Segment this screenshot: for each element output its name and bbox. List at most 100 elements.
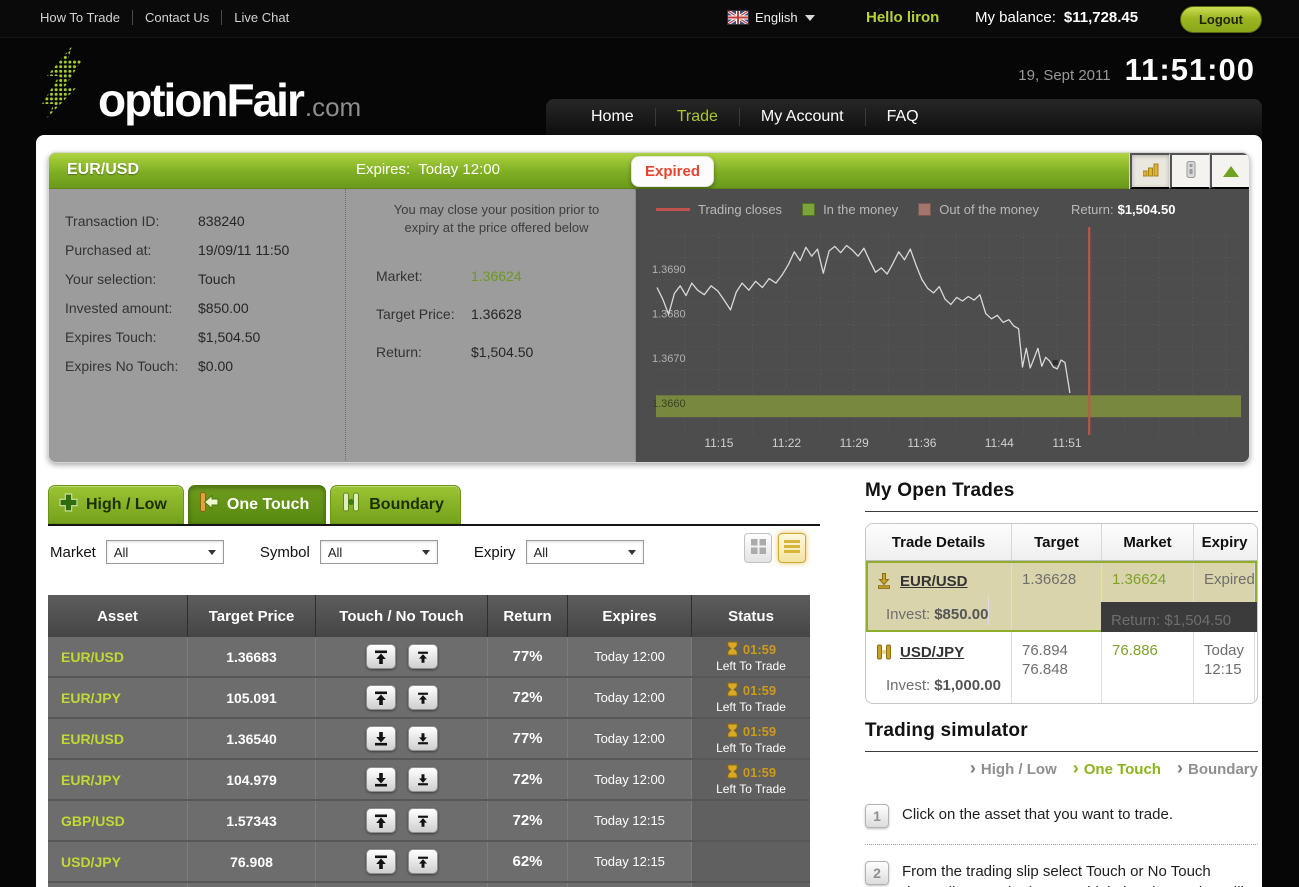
nav-trade[interactable]: Trade bbox=[654, 108, 739, 126]
svg-text:11:51: 11:51 bbox=[1052, 436, 1081, 450]
countdown-status: 01:59 Left To Trade bbox=[692, 678, 810, 717]
no-touch-button[interactable] bbox=[407, 808, 438, 833]
sim-link-boundary[interactable]: Boundary bbox=[1177, 761, 1258, 778]
content-area: EUR/USD Expires: Today 12:00 Expired Tra… bbox=[36, 135, 1262, 887]
price-chart: 1.36901.36801.36701.366011:15 11:22 11:29 1… bbox=[652, 227, 1241, 450]
assets-table: Asset Target Price Touch / No Touch Retu… bbox=[48, 595, 810, 887]
no-touch-button[interactable] bbox=[407, 849, 438, 874]
table-row: EUR/USD 1.36540 77% Today 12:00 01:59 Le… bbox=[48, 719, 810, 760]
trading-closes-line-icon bbox=[656, 208, 690, 211]
no-touch-button[interactable] bbox=[407, 767, 438, 792]
list-view-button[interactable] bbox=[778, 533, 806, 563]
nav-faq[interactable]: FAQ bbox=[864, 108, 940, 126]
nav-home[interactable]: Home bbox=[570, 108, 655, 126]
chevron-down-icon bbox=[207, 549, 216, 555]
step-divider bbox=[865, 844, 1258, 845]
touch-down-icon bbox=[876, 573, 892, 595]
legend-in-the-money: In the money bbox=[823, 202, 899, 217]
open-trade-target: 76.894 76.848 bbox=[1012, 632, 1102, 703]
details-view-button[interactable] bbox=[1170, 153, 1210, 189]
step-text: Click on the asset that you want to trad… bbox=[902, 806, 1173, 823]
tab-boundary[interactable]: Boundary bbox=[330, 485, 461, 524]
touch-button[interactable] bbox=[365, 685, 396, 710]
open-trades-table: Trade Details Target Market Expiry EUR/U… bbox=[865, 523, 1258, 704]
no-touch-button[interactable] bbox=[407, 726, 438, 751]
symbol-select[interactable]: All bbox=[319, 540, 438, 564]
market-select[interactable]: All bbox=[105, 540, 224, 564]
table-row-partial bbox=[48, 883, 810, 887]
tab-underline bbox=[48, 524, 820, 526]
detail-row: Purchased at: 19/09/11 11:50 bbox=[65, 242, 290, 258]
svg-text:1.3690: 1.3690 bbox=[652, 264, 686, 276]
touch-button[interactable] bbox=[365, 767, 396, 792]
open-trade-asset-link[interactable]: USD/JPY bbox=[900, 644, 964, 663]
open-trade-return: Return: $1,504.50 bbox=[1101, 602, 1257, 632]
touch-button[interactable] bbox=[365, 808, 396, 833]
logo-suffix: .com bbox=[304, 92, 362, 122]
asset-link[interactable]: GBP/USD bbox=[48, 801, 188, 840]
link-live-chat[interactable]: Live Chat bbox=[221, 10, 301, 25]
table-row: EUR/JPY 105.091 72% Today 12:00 01:59 Le… bbox=[48, 678, 810, 719]
tab-high-low[interactable]: High / Low bbox=[48, 485, 184, 524]
hourglass-icon bbox=[726, 682, 739, 701]
asset-link[interactable]: EUR/JPY bbox=[48, 760, 188, 799]
view-toggles bbox=[744, 533, 806, 563]
user-greeting: Hello liron bbox=[866, 9, 940, 26]
svg-text:1.3660: 1.3660 bbox=[652, 398, 686, 410]
right-column: My Open Trades Trade Details Target Mark… bbox=[865, 480, 1258, 887]
open-trade-row: USD/JPY 76.894 76.848 76.886 Today 12:15 … bbox=[866, 632, 1257, 703]
chart-legend: Trading closes In the money Out of the m… bbox=[656, 202, 1175, 217]
no-touch-button[interactable] bbox=[407, 644, 438, 669]
sim-link-high-low[interactable]: High / Low bbox=[970, 761, 1057, 778]
open-trade-invest: Invest: $1,000.00 bbox=[886, 677, 1001, 695]
expires-value: Today 12:00 bbox=[418, 161, 500, 178]
asset-link[interactable]: EUR/USD bbox=[48, 719, 188, 758]
asset-link[interactable]: EUR/USD bbox=[48, 637, 188, 676]
main-nav: Home Trade My Account FAQ bbox=[546, 99, 1262, 135]
chevron-right-icon bbox=[970, 761, 976, 778]
chevron-right-icon bbox=[1177, 761, 1183, 778]
table-row: USD/JPY 76.908 62% Today 12:15 bbox=[48, 842, 810, 883]
language-selector[interactable]: English bbox=[727, 9, 815, 26]
asset-link[interactable]: EUR/JPY bbox=[48, 678, 188, 717]
transaction-details: Transaction ID: 838240 Purchased at: 19/09… bbox=[49, 189, 346, 462]
link-contact-us[interactable]: Contact Us bbox=[131, 10, 221, 25]
touch-button[interactable] bbox=[365, 726, 396, 751]
option-type-tabs: High / Low One Touch Boundary bbox=[48, 485, 461, 524]
status-badge: Expired bbox=[631, 156, 715, 187]
expiry-select[interactable]: All bbox=[525, 540, 644, 564]
simulator-step: 1 Click on the asset that you want to tr… bbox=[865, 804, 1258, 828]
chevron-right-icon bbox=[1073, 761, 1079, 778]
open-trade-asset-link[interactable]: EUR/USD bbox=[900, 573, 968, 592]
legend-trading-closes: Trading closes bbox=[698, 202, 783, 217]
collapse-panel-button[interactable] bbox=[1210, 153, 1249, 189]
sim-link-one-touch[interactable]: One Touch bbox=[1073, 761, 1161, 778]
logout-button[interactable]: Logout bbox=[1180, 6, 1262, 33]
balance: My balance: $11,728.45 bbox=[975, 9, 1138, 26]
svg-text:11:29: 11:29 bbox=[840, 436, 869, 450]
step-number: 2 bbox=[865, 861, 889, 885]
detail-row: Your selection: Touch bbox=[65, 271, 236, 287]
grid-view-button[interactable] bbox=[744, 533, 772, 563]
asset-link[interactable]: USD/JPY bbox=[48, 842, 188, 881]
chart-view-button[interactable] bbox=[1130, 153, 1170, 189]
countdown-status: 01:59 Left To Trade bbox=[692, 719, 810, 758]
no-touch-button[interactable] bbox=[407, 685, 438, 710]
nav-my-account[interactable]: My Account bbox=[738, 108, 865, 126]
logo[interactable]: optionFair .com bbox=[40, 46, 361, 123]
detail-row: Expires No Touch: $0.00 bbox=[65, 358, 234, 374]
in-the-money-swatch-icon bbox=[802, 203, 816, 216]
tab-one-touch[interactable]: One Touch bbox=[187, 485, 327, 524]
high-low-icon bbox=[59, 493, 78, 517]
touch-button[interactable] bbox=[365, 849, 396, 874]
link-how-to-trade[interactable]: How To Trade bbox=[40, 10, 132, 25]
legend-out-of-the-money: Out of the money bbox=[939, 202, 1039, 217]
open-trade-target: 1.36628 bbox=[1012, 561, 1102, 632]
uk-flag-icon bbox=[727, 9, 749, 26]
details-icon bbox=[1185, 161, 1197, 181]
table-row: GBP/USD 1.57343 72% Today 12:15 bbox=[48, 801, 810, 842]
assets-table-header: Asset Target Price Touch / No Touch Retu… bbox=[48, 595, 810, 637]
out-of-the-money-swatch-icon bbox=[918, 203, 932, 216]
touch-button[interactable] bbox=[365, 644, 396, 669]
close-position-panel: You may close your position prior to exp… bbox=[346, 189, 636, 462]
